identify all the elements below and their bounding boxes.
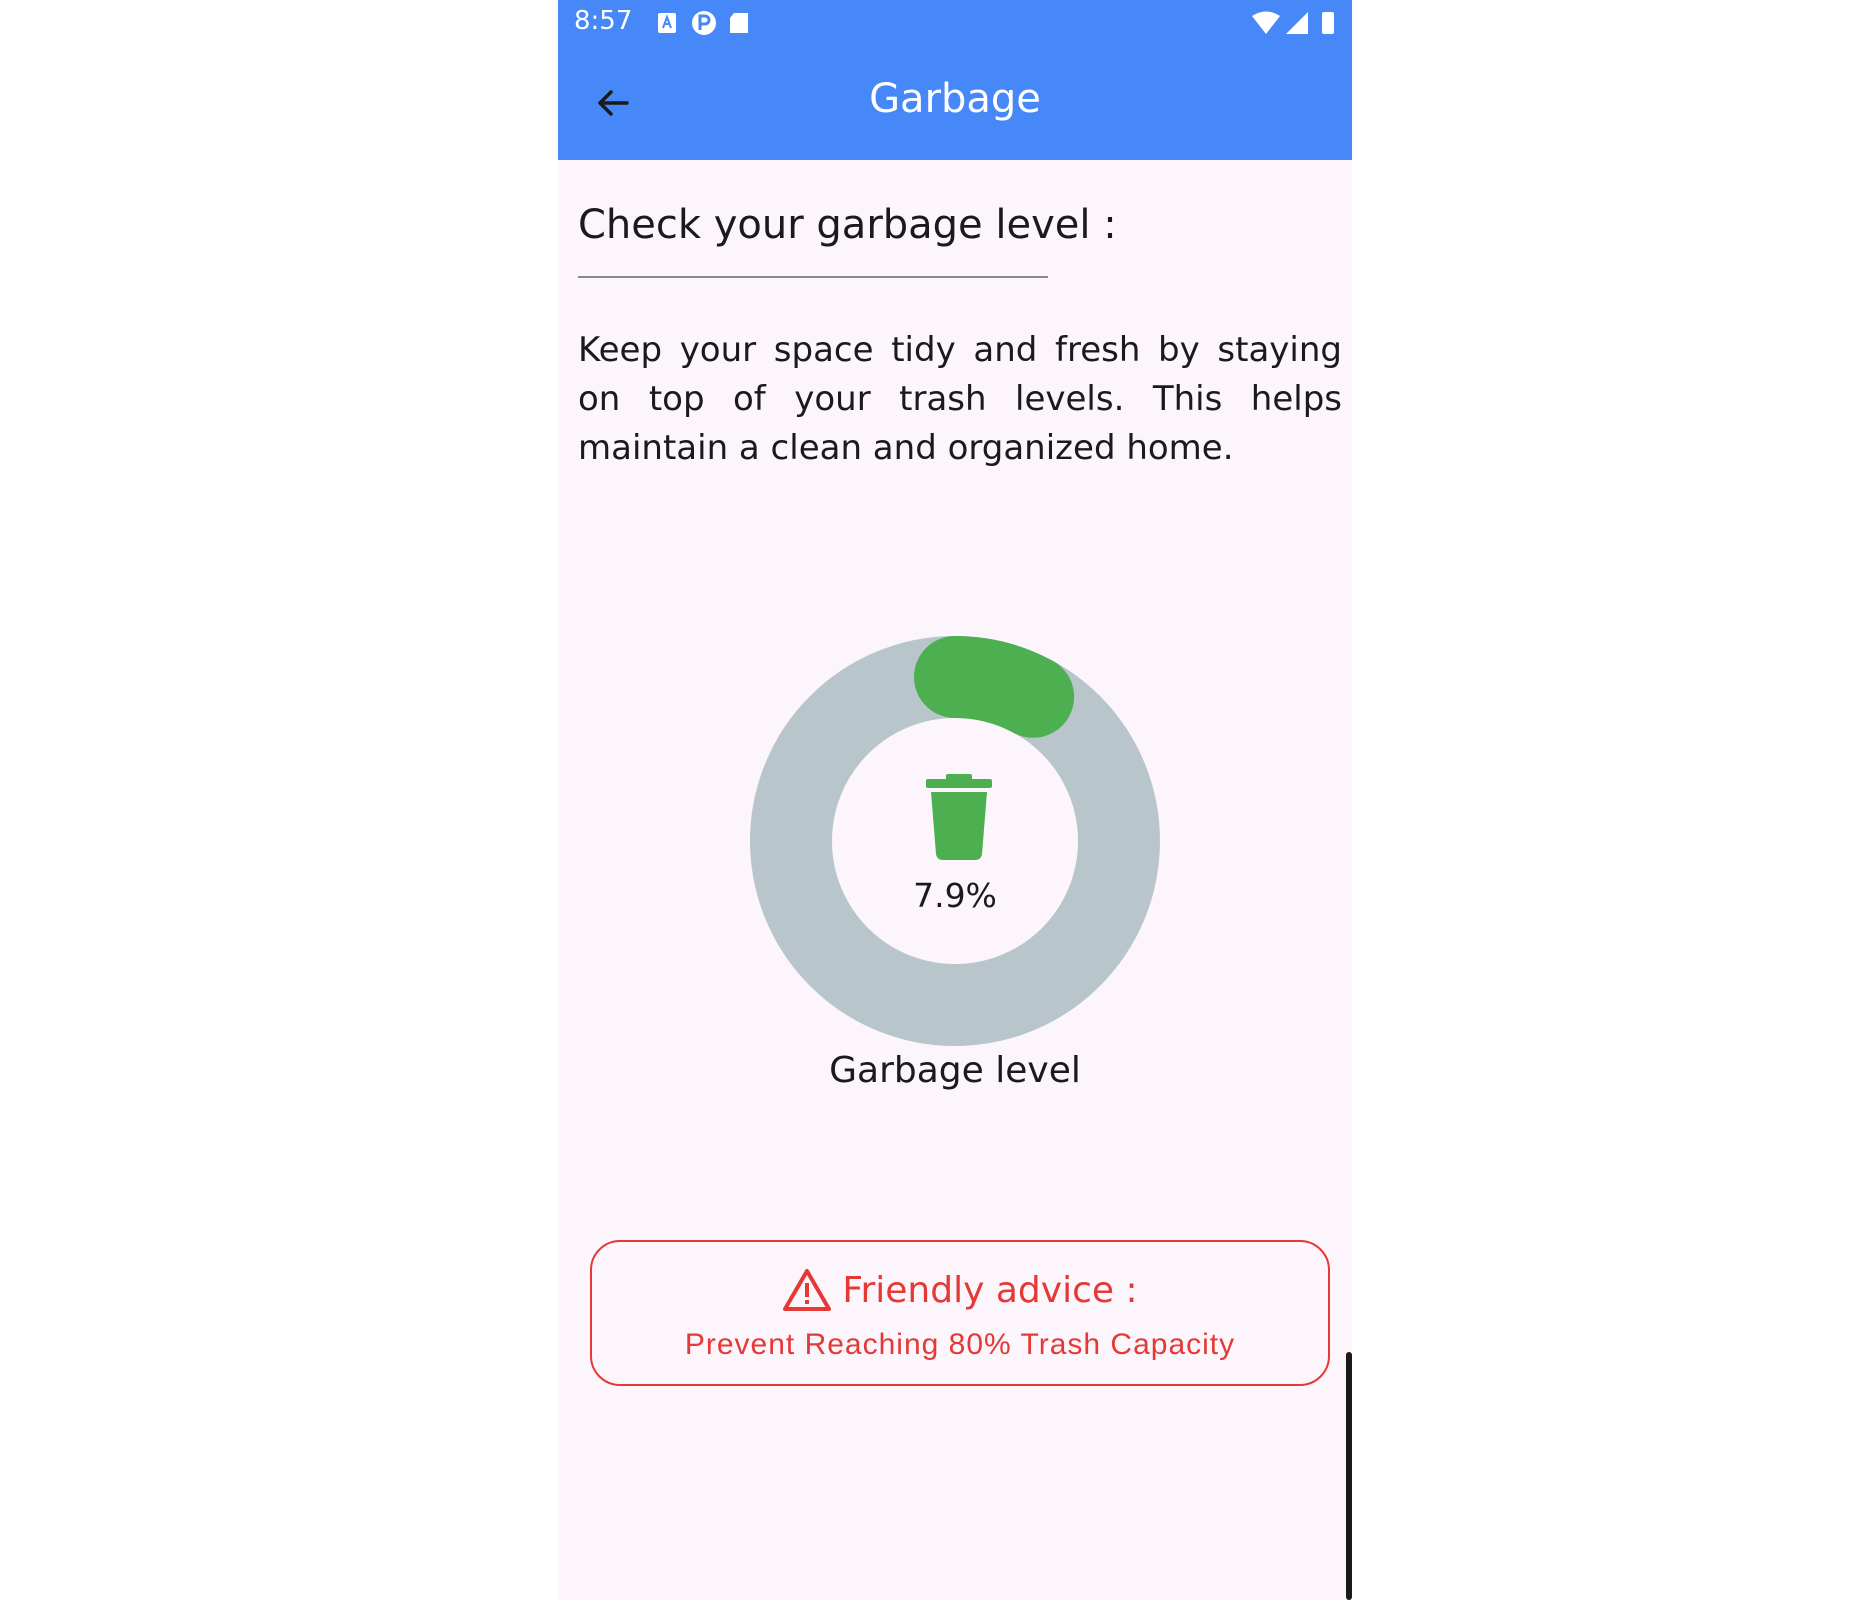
- status-system-icons: [1252, 11, 1334, 34]
- status-bar: 8:57: [558, 0, 1352, 46]
- advice-card: Friendly advice : Prevent Reaching 80% T…: [590, 1240, 1330, 1386]
- gauge-value: 7.9%: [913, 876, 997, 915]
- trash-can-icon: [926, 774, 992, 860]
- warning-triangle-icon: [783, 1269, 832, 1311]
- notification-a-icon: [658, 13, 676, 33]
- status-time: 8:57: [574, 6, 633, 36]
- parking-icon: [692, 11, 716, 35]
- app-bar: Garbage: [558, 46, 1352, 160]
- description-text: Keep your space tidy and fresh by stayin…: [578, 330, 1342, 468]
- title-divider: [578, 276, 1048, 278]
- scrollbar[interactable]: [1346, 1352, 1352, 1600]
- wifi-icon: [1252, 11, 1280, 34]
- status-notification-icons: [658, 11, 748, 35]
- phone-screen: 8:57 Garbage Check your garbage level: …: [558, 0, 1352, 1600]
- section-title: Check your garbage level :: [578, 202, 1117, 248]
- advice-title: Friendly advice :: [842, 1269, 1138, 1311]
- signal-icon: [1286, 12, 1308, 34]
- advice-title-row: Friendly advice :: [592, 1268, 1328, 1312]
- page-title: Garbage: [869, 76, 1041, 122]
- gauge-progress-arc: [914, 636, 1075, 738]
- advice-text: Prevent Reaching 80% Trash Capacity: [684, 1328, 1236, 1361]
- gauge-label: Garbage level: [829, 1050, 1081, 1091]
- battery-icon: [1322, 12, 1334, 34]
- sd-card-icon: [730, 13, 748, 33]
